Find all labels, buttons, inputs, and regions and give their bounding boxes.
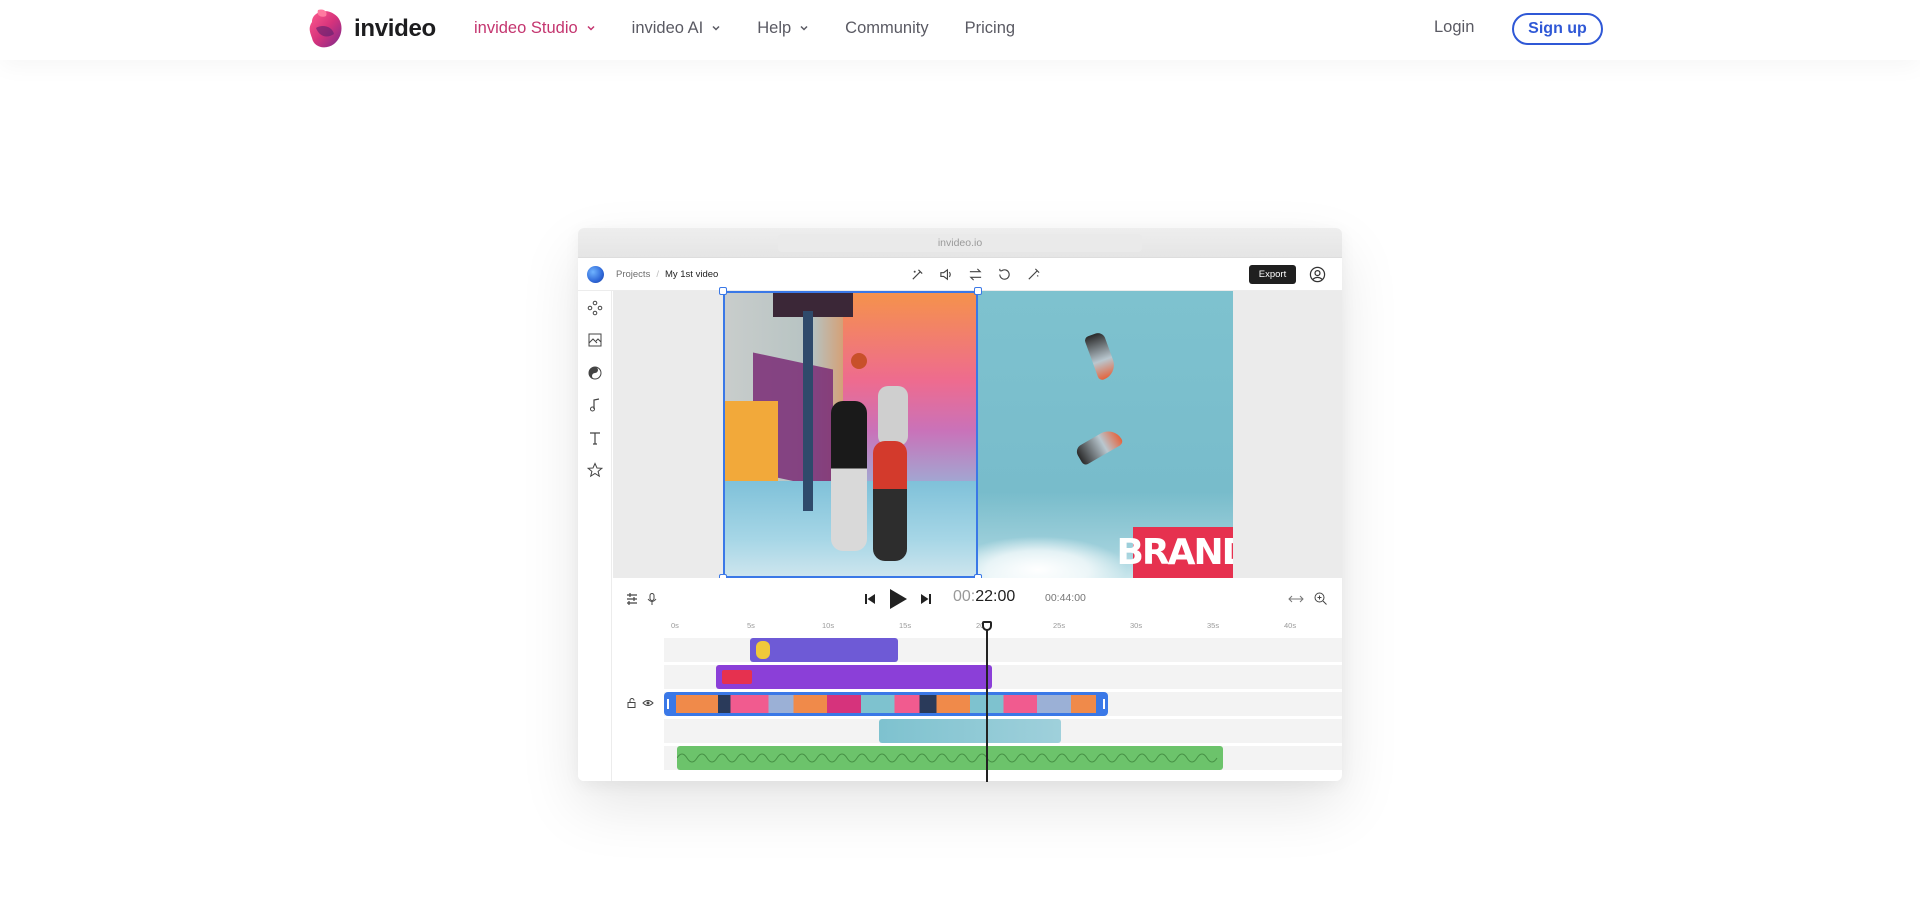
track-video	[664, 692, 1342, 716]
nav-item-label: Pricing	[964, 18, 1016, 37]
url-bar: invideo.io	[778, 233, 1142, 252]
nav-item-help[interactable]: Help	[757, 19, 809, 38]
current-time-prefix: 00:	[953, 588, 976, 605]
timeline-ruler[interactable]: 0s 5s 10s 15s 20s 25s 30s 35s 40s	[613, 618, 1342, 636]
nav-item-pricing[interactable]: Pricing	[965, 19, 1015, 38]
video-clip-selected[interactable]	[664, 692, 1108, 716]
timeline-tracks	[627, 638, 1342, 781]
ruler-tick: 35s	[1207, 621, 1220, 630]
color-icon[interactable]	[587, 365, 603, 381]
resize-handle[interactable]	[974, 287, 982, 295]
login-link[interactable]: Login	[1434, 18, 1474, 37]
rotate-icon[interactable]	[997, 267, 1012, 282]
app-logo-icon	[587, 266, 604, 283]
invideo-logo-icon	[306, 8, 346, 50]
sneaker-clip[interactable]	[879, 719, 1061, 743]
export-button[interactable]: Export	[1249, 265, 1296, 284]
top-navigation: invideo invideo Studio invideo AI Help C…	[0, 0, 1920, 60]
sneaker-bottom	[1074, 425, 1124, 467]
editor-preview-window: invideo.io Projects / My 1st video Expor…	[578, 228, 1342, 781]
playback-controls: 00:22:00 00:44:00	[613, 578, 1342, 618]
account-icon[interactable]	[1309, 266, 1326, 283]
media-icon[interactable]	[587, 332, 603, 348]
sneakers-scene-image[interactable]: BRAND	[978, 291, 1233, 578]
chevron-down-icon	[712, 25, 720, 31]
brand-overlay[interactable]: BRAND	[1116, 527, 1233, 578]
brand-name: invideo	[354, 15, 436, 42]
timeline-settings-icon[interactable]	[625, 592, 639, 606]
editor-toolbar	[910, 267, 1041, 282]
ruler-tick: 40s	[1284, 621, 1297, 630]
breadcrumb-separator: /	[656, 269, 659, 280]
fit-width-icon[interactable]	[1288, 592, 1304, 606]
resize-handle[interactable]	[719, 287, 727, 295]
play-icon[interactable]	[887, 587, 909, 611]
nav-item-label: invideo Studio	[474, 18, 578, 37]
nav-item-community[interactable]: Community	[845, 19, 928, 38]
text-icon[interactable]	[587, 430, 603, 446]
brand-thumbnail	[722, 670, 752, 684]
eye-icon[interactable]	[642, 697, 654, 709]
ruler-tick: 25s	[1053, 621, 1066, 630]
layers-icon[interactable]	[587, 300, 603, 316]
trim-handle-left[interactable]	[667, 699, 669, 709]
sticker-clip[interactable]	[750, 638, 898, 662]
chevron-down-icon	[800, 25, 808, 31]
nav-item-invideo-studio[interactable]: invideo Studio	[474, 19, 596, 38]
total-duration: 00:44:00	[1045, 592, 1086, 604]
brand-text-clip[interactable]	[716, 665, 992, 689]
editor-topbar: Projects / My 1st video Export	[578, 258, 1342, 291]
wand-icon[interactable]	[1026, 267, 1041, 282]
brand-logo[interactable]: invideo	[306, 8, 436, 50]
microphone-icon[interactable]	[645, 592, 659, 606]
track-sticker	[664, 638, 1342, 662]
browser-bar: invideo.io	[578, 228, 1342, 258]
ruler-tick: 0s	[671, 621, 679, 630]
track-overlay	[664, 719, 1342, 743]
current-time-value: 22:00	[975, 588, 1016, 605]
magic-cut-icon[interactable]	[910, 267, 925, 282]
skip-back-icon[interactable]	[863, 592, 877, 606]
breadcrumb: Projects / My 1st video	[616, 269, 718, 280]
audio-waveform	[676, 753, 1218, 763]
sticker-thumbnail	[756, 641, 770, 659]
audio-clip[interactable]	[676, 746, 1223, 770]
playhead-handle[interactable]	[982, 621, 992, 631]
signup-button[interactable]: Sign up	[1512, 13, 1603, 45]
breadcrumb-current: My 1st video	[664, 269, 719, 280]
video-thumbnails	[676, 695, 1096, 713]
nav-item-invideo-ai[interactable]: invideo AI	[632, 19, 722, 38]
skip-forward-icon[interactable]	[919, 592, 933, 606]
chevron-down-icon	[587, 25, 595, 31]
breadcrumb-projects[interactable]: Projects	[616, 269, 650, 280]
ruler-tick: 10s	[822, 621, 835, 630]
nav-item-label: Help	[757, 18, 792, 37]
star-icon[interactable]	[587, 462, 603, 478]
nav-links: invideo Studio invideo AI Help Community…	[474, 0, 1051, 56]
track-audio	[664, 746, 1342, 770]
ruler-tick: 30s	[1130, 621, 1143, 630]
current-time: 00:22:00	[953, 588, 1015, 606]
editor-sidebar	[578, 291, 612, 781]
lock-icon[interactable]	[626, 697, 638, 709]
zoom-in-icon[interactable]	[1313, 591, 1328, 606]
swap-icon[interactable]	[968, 267, 983, 282]
ruler-tick: 15s	[899, 621, 912, 630]
selection-box	[723, 291, 978, 578]
track-brand-text	[664, 665, 1342, 689]
nav-item-label: Community	[845, 18, 929, 37]
playhead[interactable]	[986, 625, 988, 782]
music-icon[interactable]	[587, 397, 603, 413]
sneaker-top	[1083, 330, 1119, 382]
volume-icon[interactable]	[939, 267, 954, 282]
ruler-tick: 5s	[747, 621, 755, 630]
video-canvas[interactable]: BRAND	[613, 287, 1342, 582]
trim-handle-right[interactable]	[1103, 699, 1105, 709]
nav-item-label: invideo AI	[631, 18, 704, 37]
